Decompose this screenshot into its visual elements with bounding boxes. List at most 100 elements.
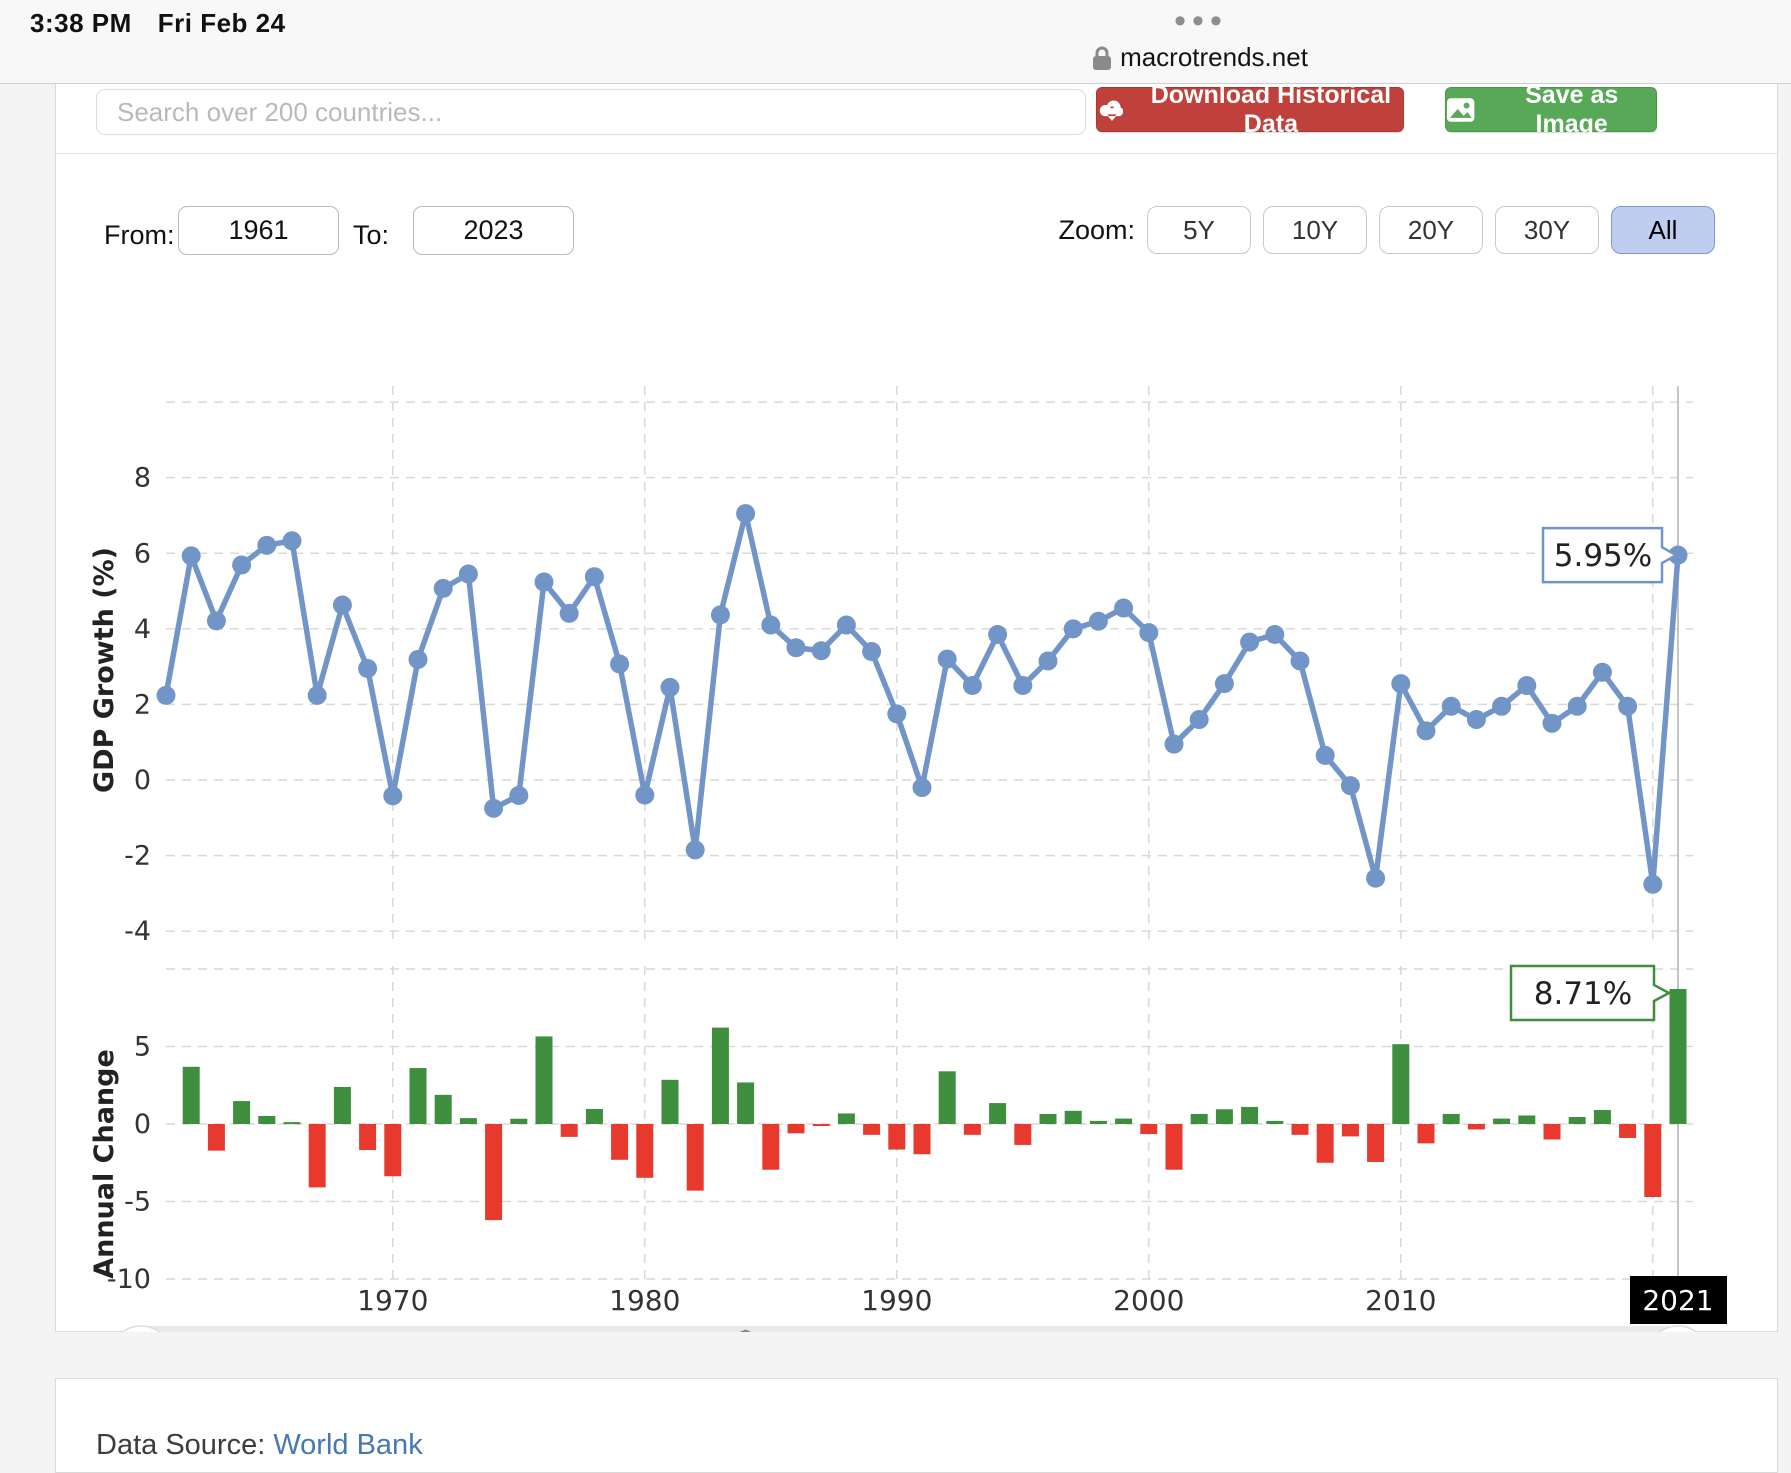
svg-text:2010: 2010 [1365, 1284, 1436, 1317]
line-tooltip: 5.95% [1543, 528, 1676, 582]
bar-1987 [813, 1124, 830, 1126]
bar-1988 [838, 1113, 855, 1124]
bar-2018 [1594, 1110, 1611, 1124]
bar-2013 [1468, 1124, 1485, 1129]
gdp-growth-chart[interactable]: 86420-2-450-5-1019701980199020002010GDP … [56, 270, 1779, 1446]
status-bar: 3:38 PM Fri Feb 24 ••• macrotrends.net [0, 0, 1791, 84]
to-label: To: [353, 220, 389, 251]
bar-1971 [410, 1068, 427, 1124]
bar-1967 [309, 1124, 326, 1187]
zoom-button-group: Zoom: 5Y 10Y 20Y 30Y All [1058, 206, 1715, 254]
status-time: 3:38 PM [30, 8, 132, 38]
toolbar: Download Historical Data Save as Image [56, 84, 1777, 154]
data-source-card: Data Source: World Bank [55, 1378, 1778, 1473]
axis-labels: 86420-2-450-5-1019701980199020002010 [107, 463, 1437, 1317]
save-as-image-button[interactable]: Save as Image [1445, 87, 1657, 132]
bar-1977 [561, 1124, 578, 1137]
zoom-label: Zoom: [1058, 215, 1135, 246]
bar-1991 [914, 1124, 931, 1154]
page-gap [0, 1332, 1791, 1378]
bar-1985 [762, 1124, 779, 1170]
svg-text:1990: 1990 [861, 1284, 932, 1317]
bar-2000 [1140, 1124, 1157, 1134]
bar-2001 [1166, 1124, 1183, 1170]
range-controls: From: To: Zoom: 5Y 10Y 20Y 30Y All [56, 154, 1777, 274]
bar-1990 [888, 1124, 905, 1150]
data-source-text: Data Source: World Bank [96, 1429, 423, 1462]
bar-1983 [712, 1028, 729, 1124]
zoom-20y-button[interactable]: 20Y [1379, 206, 1483, 254]
bar-1982 [687, 1124, 704, 1191]
bar-2019 [1619, 1124, 1636, 1138]
svg-text:2000: 2000 [1113, 1284, 1184, 1317]
bar-1979 [611, 1124, 628, 1160]
bar-1970 [384, 1124, 401, 1176]
zoom-all-button[interactable]: All [1611, 206, 1715, 254]
download-historical-data-button[interactable]: Download Historical Data [1096, 87, 1404, 132]
annual-change-axis-title: Annual Change [89, 1049, 120, 1279]
bar-1965 [258, 1116, 275, 1124]
download-button-label: Download Historical Data [1139, 81, 1403, 139]
image-icon [1446, 97, 1475, 123]
gdp-growth-axis-title: GDP Growth (%) [89, 547, 120, 793]
bar-2015 [1518, 1115, 1535, 1124]
svg-text:5.95%: 5.95% [1554, 538, 1652, 574]
bar-1986 [788, 1124, 805, 1133]
svg-text:-5: -5 [124, 1187, 151, 1218]
bar-1976 [536, 1036, 553, 1124]
bar-1998 [1090, 1121, 1107, 1124]
bar-2006 [1292, 1124, 1309, 1135]
bar-1996 [1040, 1114, 1057, 1124]
bar-1981 [662, 1080, 679, 1124]
bar-1962 [183, 1067, 200, 1124]
bar-2005 [1266, 1121, 1283, 1124]
bar-1993 [964, 1124, 981, 1135]
bar-2004 [1241, 1107, 1258, 1124]
svg-text:1970: 1970 [357, 1284, 428, 1317]
bar-1997 [1065, 1111, 1082, 1124]
bar-2003 [1216, 1109, 1233, 1124]
bar-1974 [485, 1124, 502, 1220]
tabs-ellipsis-icon[interactable]: ••• [1146, 2, 1256, 41]
gdp-growth-markers [157, 504, 1688, 894]
bar-1966 [284, 1122, 301, 1124]
from-year-input[interactable] [178, 206, 339, 255]
svg-text:2: 2 [134, 689, 151, 720]
bar-1984 [737, 1082, 754, 1124]
bar-tooltip: 8.71% [1511, 966, 1669, 1020]
status-date: Fri Feb 24 [158, 8, 286, 38]
bar-1973 [460, 1118, 477, 1124]
bar-2009 [1367, 1124, 1384, 1162]
bar-2014 [1493, 1119, 1510, 1124]
bar-1969 [359, 1124, 376, 1150]
from-label: From: [104, 220, 175, 251]
bar-2017 [1569, 1117, 1586, 1124]
to-year-input[interactable] [413, 206, 574, 255]
zoom-30y-button[interactable]: 30Y [1495, 206, 1599, 254]
page: { "status_bar": { "time": "3:38 PM", "da… [0, 0, 1791, 1473]
bar-2012 [1443, 1114, 1460, 1124]
zoom-10y-button[interactable]: 10Y [1263, 206, 1367, 254]
svg-text:6: 6 [134, 538, 151, 569]
zoom-5y-button[interactable]: 5Y [1147, 206, 1251, 254]
svg-text:-2: -2 [124, 841, 151, 872]
data-source-label: Data Source: [96, 1429, 265, 1461]
svg-text:5: 5 [134, 1032, 151, 1063]
cloud-download-icon [1097, 96, 1127, 124]
svg-text:4: 4 [134, 614, 151, 645]
svg-text:-4: -4 [124, 916, 151, 947]
bar-1999 [1115, 1119, 1132, 1124]
url-text: macrotrends.net [1120, 42, 1308, 73]
bar-1963 [208, 1124, 225, 1151]
world-bank-link[interactable]: World Bank [273, 1429, 422, 1461]
bar-1989 [863, 1124, 880, 1135]
crosshair-year-label: 2021 [1630, 1276, 1727, 1324]
bar-1995 [1014, 1124, 1031, 1145]
bar-2020 [1644, 1124, 1661, 1197]
address-bar[interactable]: macrotrends.net [1040, 42, 1360, 73]
search-input[interactable] [96, 89, 1086, 135]
bar-1964 [233, 1101, 250, 1124]
svg-text:8.71%: 8.71% [1534, 976, 1632, 1012]
bar-2007 [1317, 1124, 1334, 1163]
bar-2016 [1544, 1124, 1561, 1140]
